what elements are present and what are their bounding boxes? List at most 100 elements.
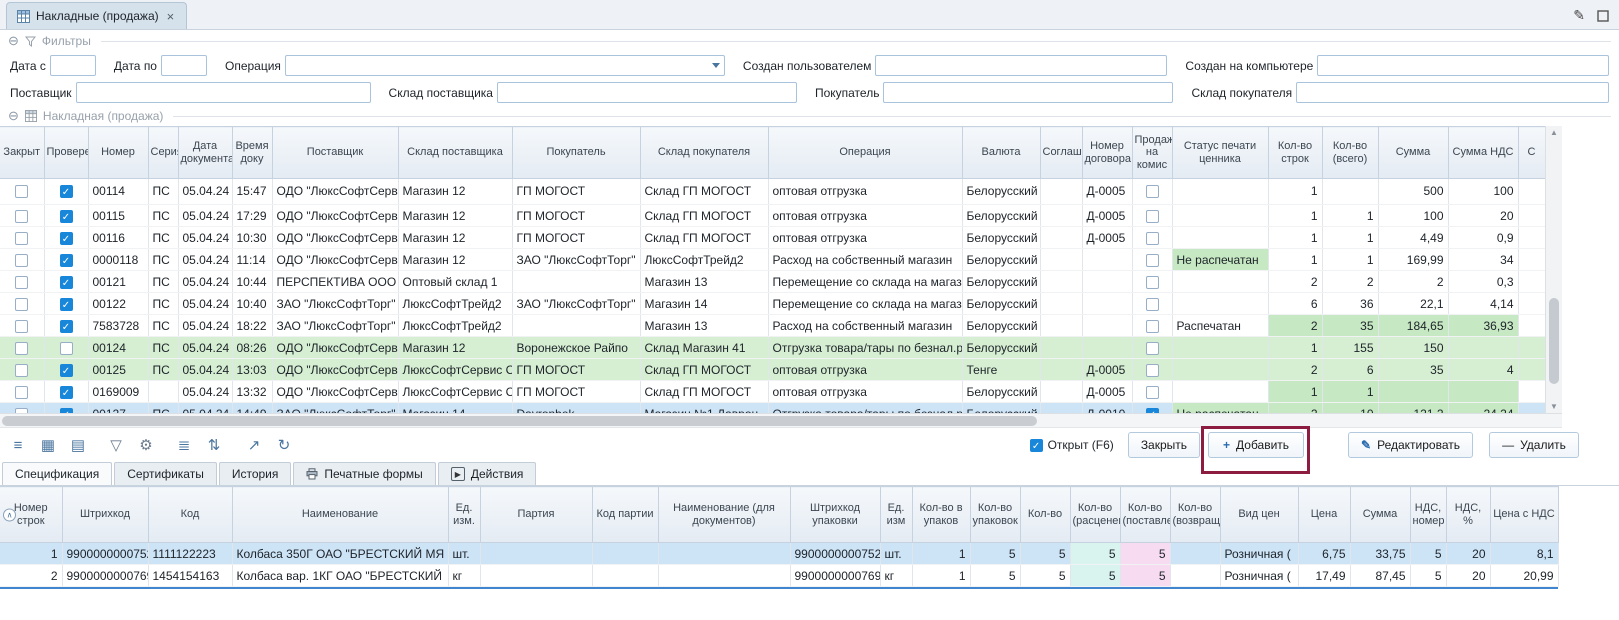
cell[interactable] — [44, 179, 88, 205]
cell[interactable] — [0, 179, 44, 205]
supplier-input[interactable] — [76, 82, 371, 103]
cell[interactable]: 4,49 — [1378, 227, 1448, 249]
cell[interactable]: 00116 — [88, 227, 148, 249]
column-header[interactable]: Поставщик — [272, 127, 398, 179]
column-header[interactable]: Ед. изм — [880, 487, 912, 543]
cell[interactable] — [0, 359, 44, 381]
cell[interactable]: ЗАО "ЛюксСофтТорг" — [512, 249, 640, 271]
cell[interactable] — [1172, 271, 1268, 293]
row-checkbox[interactable] — [60, 210, 73, 223]
cell[interactable] — [1040, 359, 1082, 381]
cell[interactable] — [1448, 381, 1518, 403]
cell[interactable] — [1132, 227, 1172, 249]
cell[interactable]: 1454154163 — [148, 565, 232, 587]
scroll-down-icon[interactable]: ▼ — [1546, 402, 1562, 411]
cell[interactable]: 87,45 — [1350, 565, 1410, 587]
cell[interactable]: 0169009 — [88, 381, 148, 403]
column-header[interactable]: НДС, номер — [1410, 487, 1446, 543]
cell[interactable]: 08:26 — [232, 337, 272, 359]
cell[interactable] — [1132, 205, 1172, 227]
cell[interactable]: Не распечатан — [1172, 249, 1268, 271]
cell[interactable] — [0, 271, 44, 293]
table-view-icon[interactable]: ▦ — [38, 436, 58, 454]
cell[interactable]: ОДО "ЛюксСофтСервис — [272, 249, 398, 271]
delete-button[interactable]: — Удалить — [1489, 432, 1579, 458]
collapse-icon[interactable]: ⊖ — [8, 108, 19, 124]
cell[interactable]: ГП МОГОСТ — [512, 205, 640, 227]
cell[interactable] — [1040, 205, 1082, 227]
cell[interactable] — [592, 543, 658, 565]
cell[interactable]: 10:30 — [232, 227, 272, 249]
cell[interactable]: Белорусский — [962, 315, 1040, 337]
cell[interactable]: ПС — [148, 249, 178, 271]
row-checkbox[interactable] — [15, 185, 28, 198]
cell[interactable] — [0, 315, 44, 337]
cell[interactable]: Белорусский — [962, 179, 1040, 205]
column-header[interactable]: Код — [148, 487, 232, 543]
cell[interactable]: Белорусский — [962, 271, 1040, 293]
cell[interactable]: 00122 — [88, 293, 148, 315]
cell[interactable] — [1082, 315, 1132, 337]
cell[interactable]: 2 — [0, 565, 62, 587]
cell[interactable] — [1040, 271, 1082, 293]
cell[interactable]: Магазин 14 — [640, 293, 768, 315]
cell[interactable] — [658, 565, 790, 587]
column-header[interactable]: Дата документа — [178, 127, 232, 179]
cell[interactable]: Розничная ( — [1220, 543, 1298, 565]
cell[interactable] — [0, 249, 44, 271]
cell[interactable]: ПС — [148, 271, 178, 293]
cell[interactable]: ОДО "ЛюксСофтСервис — [272, 179, 398, 205]
row-checkbox[interactable] — [15, 232, 28, 245]
cell[interactable]: оптовая отгрузка — [768, 179, 962, 205]
cell[interactable] — [0, 293, 44, 315]
cell[interactable]: ЗАО "ЛюксСофтТорг" — [272, 403, 398, 414]
row-checkbox[interactable] — [60, 320, 73, 333]
cell[interactable]: Отгрузка товара/тары по безнал.рас — [768, 403, 962, 414]
cell[interactable]: Склад ГП МОГОСТ — [640, 381, 768, 403]
cell[interactable] — [1132, 293, 1172, 315]
cell[interactable]: 10:44 — [232, 271, 272, 293]
column-header[interactable]: Штрихкод — [62, 487, 148, 543]
column-header[interactable]: Операция — [768, 127, 962, 179]
cell[interactable] — [1518, 249, 1545, 271]
cell[interactable]: 10:40 — [232, 293, 272, 315]
row-checkbox[interactable] — [60, 254, 73, 267]
row-checkbox[interactable] — [60, 185, 73, 198]
cell[interactable]: Не распечатан — [1172, 403, 1268, 414]
cell[interactable]: ПС — [148, 337, 178, 359]
row-checkbox[interactable] — [60, 276, 73, 289]
column-header[interactable]: Кол-во строк — [1268, 127, 1322, 179]
close-button[interactable]: Закрыть — [1128, 432, 1200, 458]
cell[interactable]: 18:22 — [232, 315, 272, 337]
cell[interactable]: 5 — [1070, 565, 1120, 587]
cell[interactable]: Склад ГП МОГОСТ — [640, 179, 768, 205]
cell[interactable]: 20 — [1448, 205, 1518, 227]
cell[interactable]: Склад ГП МОГОСТ — [640, 205, 768, 227]
cell[interactable]: Магазин 13 — [640, 271, 768, 293]
cell[interactable]: 1 — [1268, 227, 1322, 249]
cell[interactable]: 05.04.24 — [178, 179, 232, 205]
operation-input[interactable] — [285, 55, 725, 76]
cell[interactable]: 05.04.24 — [178, 205, 232, 227]
cell[interactable] — [1170, 543, 1220, 565]
cell[interactable]: ЛюксСофтСервис Столо — [398, 381, 512, 403]
cell[interactable]: ЛюксСофтСервис Столо — [398, 359, 512, 381]
cell[interactable]: 7583728 — [88, 315, 148, 337]
cell[interactable] — [1518, 359, 1545, 381]
row-checkbox[interactable] — [1146, 185, 1159, 198]
cell[interactable]: Склад Магазин 41 — [640, 337, 768, 359]
cell[interactable]: 5 — [1410, 565, 1446, 587]
cell[interactable]: ГП МОГОСТ — [512, 381, 640, 403]
column-header[interactable]: Сумма — [1378, 127, 1448, 179]
cell[interactable] — [1448, 337, 1518, 359]
cell[interactable]: 2 — [1268, 359, 1322, 381]
table-row[interactable]: 00124ПС05.04.2408:26ОДО "ЛюксСофтСервисМ… — [0, 337, 1545, 359]
row-checkbox[interactable] — [15, 254, 28, 267]
cell[interactable]: 169,99 — [1378, 249, 1448, 271]
column-header[interactable]: Кол-во — [1020, 487, 1070, 543]
cell[interactable]: ПС — [148, 403, 178, 414]
tab-certificates[interactable]: Сертификаты — [114, 462, 217, 485]
horizontal-scrollbar[interactable] — [0, 413, 1562, 428]
cell[interactable]: 9900000000769 — [790, 565, 880, 587]
scroll-up-icon[interactable]: ▲ — [1546, 128, 1562, 137]
